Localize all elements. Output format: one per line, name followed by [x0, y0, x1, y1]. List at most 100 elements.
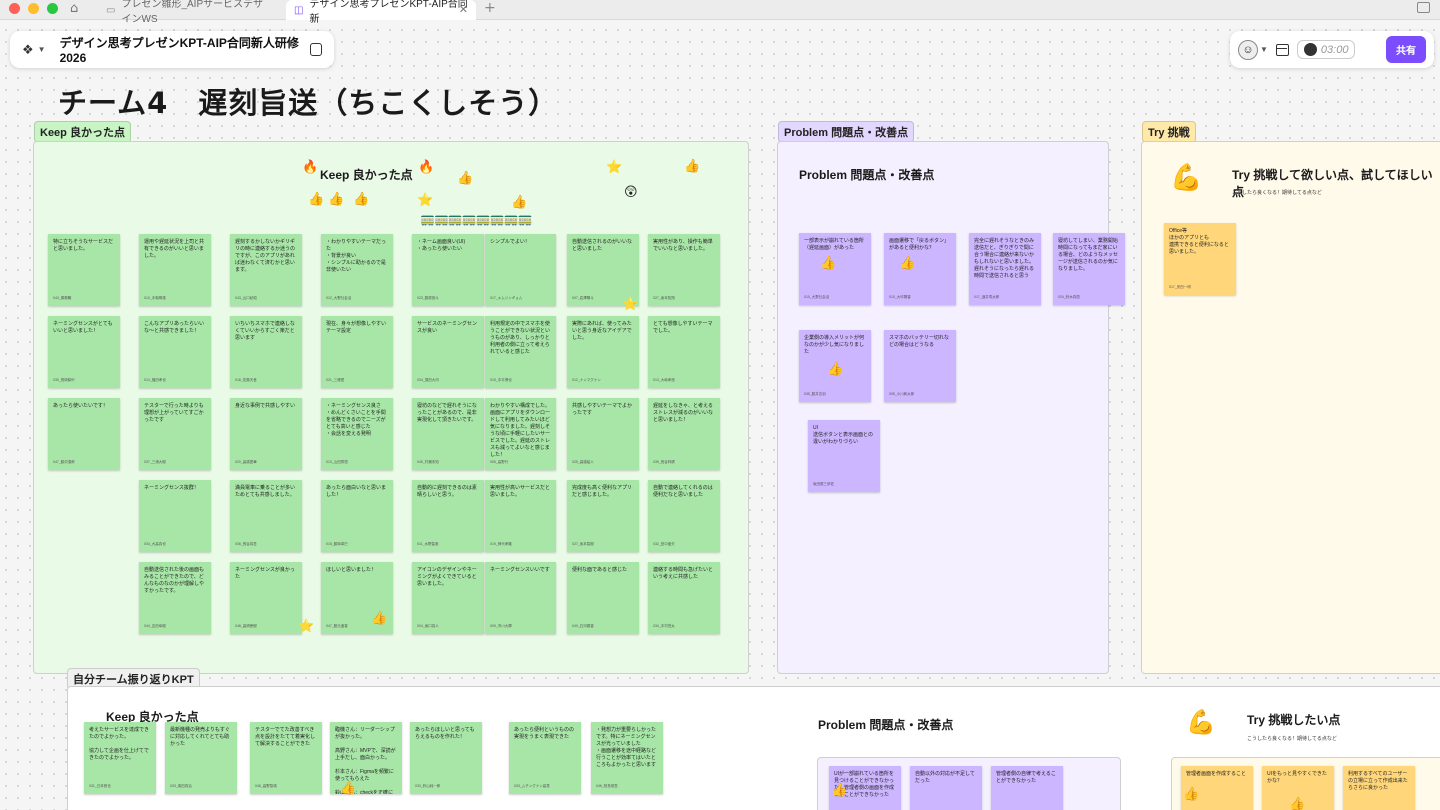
sticky-note[interactable]: テスターでてた改善すべき点を設計をたてて着実化して解決することができた 046_高…: [250, 722, 322, 794]
sticky-note[interactable]: 実用性があり、操作も簡単でいいなと思いました。 027_坂本拓翔: [648, 234, 720, 306]
retro-try-heading[interactable]: Try 挑戦したい点: [1247, 711, 1340, 728]
sticky-note[interactable]: アイコンのデザインやネーミングがよくできていると思いました。 004_坂口真人: [412, 562, 484, 634]
sticky-note[interactable]: ・ネーミングセンス良さ ・めんどくさいことを手間を省略できるのでニーズがとても高…: [321, 398, 393, 470]
sticky-note[interactable]: 現在、身々が想像しやすいテーマ設定 021_三峰愛: [321, 316, 393, 388]
board-title[interactable]: チーム4 遅刻旨送（ちこくしそう）: [58, 80, 558, 122]
sticky-note[interactable]: スマホのバッテリー切れなどの場合はどうなる 005_小川和太郎: [884, 330, 956, 402]
sticky-note[interactable]: 自動で連絡してくれるのは便利だなと思いました 032_田中亜矢: [648, 480, 720, 552]
browser-tabbar: ⌂ ▭ プレゼン雛形_AIPサービスデザインWS ◫ デザイン思考プレゼンKPT…: [0, 0, 1440, 25]
sticky-note[interactable]: 実用性が高いサービスだと思いました。 019_神代孝隆: [485, 480, 556, 552]
sticky-note[interactable]: 便利な面であると感じた 040_石河春香: [567, 562, 639, 634]
sticky-note[interactable]: 満員電車に乗ることが多いためとても共感しました。 036_長谷真吾: [230, 480, 302, 552]
maximize-window-icon[interactable]: [47, 3, 58, 14]
sticky-note[interactable]: 完成度も高く便利なアプリだと感じました。 027_坂本智樹: [567, 480, 639, 552]
avatar[interactable]: ☺: [1238, 39, 1258, 60]
sticky-note-text: 自動送信された後の画面もみることができたので、どんなものなのかが理解しやすかった…: [144, 567, 205, 594]
keep-heading[interactable]: Keep 良かった点: [320, 166, 413, 183]
thumbs-up-icon: 👍: [308, 192, 325, 207]
sticky-note-text: こんなアプリあったらいいな〜と共感できました！: [144, 321, 205, 334]
sticky-note-text: 自動以外の対応が不足してだった: [915, 771, 975, 784]
sticky-note[interactable]: テスターで行った時よりも理想が上がっていてすごかったです 037_三浦大樹: [139, 398, 211, 470]
sticky-note[interactable]: 管理者側の自律で考えることができなかった: [991, 766, 1063, 810]
figma-logo-icon[interactable]: ❖: [22, 42, 34, 58]
tab-presen-template[interactable]: ▭ プレゼン雛形_AIPサービスデザインWS: [98, 0, 278, 25]
sticky-note-text: 管理者画面を作成すること: [1186, 771, 1247, 777]
section-tag-keep[interactable]: Keep 良かった点: [34, 121, 131, 143]
sticky-note-text: アイコンのデザインやネーミングがよくできていると思いました。: [417, 567, 477, 587]
sticky-note[interactable]: 遅延をしなきゃ、と考えるストレスが減るのがいいなと思いました！ 039_長谷林健: [648, 398, 720, 470]
sticky-note[interactable]: 身近な事例で共感しやすい 020_高橋愛華: [230, 398, 302, 470]
sticky-note[interactable]: ネーミングセンスいいです 009_市川大輝: [485, 562, 556, 634]
sticky-note[interactable]: 最新機種の発売よりもすぐに対応してくれてとても助かった 033_奥田真治: [165, 722, 237, 794]
try-subheading: こうしたら良くなる！期待してる点など: [1232, 190, 1322, 196]
sticky-note[interactable]: Office等 ほかのアプリとも 連携できると便利になると思いました。 017_安…: [1164, 223, 1236, 295]
tab-label: プレゼン雛形_AIPサービスデザインWS: [121, 0, 264, 25]
sticky-note[interactable]: ネーミングセンスがとてもいいと思いました！ 030_長岡梨紗: [48, 316, 120, 388]
sticky-note[interactable]: 自動送信された後の画面もみることができたので、どんなものなのかが理解しやすかった…: [139, 562, 211, 634]
layout-icon[interactable]: [1275, 43, 1289, 56]
sticky-note[interactable]: あったら面白いなと思いました！ 015_藤岡卓巳: [321, 480, 393, 552]
sticky-note-author: 009_市川大輝: [490, 624, 512, 629]
chevron-down-icon[interactable]: ▼: [38, 45, 46, 54]
sticky-note-author: 012_ナンマグナン: [572, 378, 601, 383]
problem-section[interactable]: [777, 141, 1109, 674]
sticky-note[interactable]: とても想像しやすいテーマでした。 013_大嶋孝悠: [648, 316, 720, 388]
sticky-note-text: 利用規定の中でスマホを使うことができない状況というものがあり、しっかりと利用者の…: [490, 321, 551, 355]
sticky-note-author: 025_高橋紹人: [572, 460, 594, 465]
sticky-note[interactable]: ・ネーム画面良い(UI) ・あったら使いたい 023_藤原悠斗: [412, 234, 484, 306]
sticky-note-author: 033_鈴山純一郎: [415, 784, 441, 789]
sticky-note[interactable]: 運用や遅延状況を上司と共有できるのがいいと思いました。 010_手稲明雄: [139, 234, 211, 306]
sticky-note[interactable]: 遅刻するかしないかギリギリの時に連絡するか迷うのですが、このアプリがあれば迷わな…: [230, 234, 302, 306]
sticky-note[interactable]: 画面遷移で「戻るボタン」があると便利かな？ 010_大坪陽香: [884, 233, 956, 305]
sticky-note[interactable]: あったら便利というものの実現をうまく表現できた 033_ムチングナン高見: [509, 722, 581, 794]
sticky-note[interactable]: 考えたサービスを達成できたのでよかった。 協力して企画を仕上げてできたのでよかっ…: [84, 722, 156, 794]
sticky-note[interactable]: こんなアプリあったらいいな〜と共感できました！ 014_福田孝也: [139, 316, 211, 388]
new-tab-icon[interactable]: +: [484, 0, 496, 16]
share-button[interactable]: 共有: [1386, 36, 1426, 63]
sticky-note[interactable]: あったらほしいと思ってもらえるものを作れた！ 033_鈴山純一郎: [410, 722, 482, 794]
sticky-note-text: スマホのバッテリー切れなどの場合はどうなる: [889, 335, 949, 348]
pages-icon[interactable]: [306, 43, 322, 59]
sticky-note[interactable]: 実際にあれば、使ってみたいと思う身近なアイデアでした。 012_ナンマグナン: [567, 316, 639, 388]
sticky-note[interactable]: あったら使いたいです！ 047_藤沢達郎: [48, 398, 120, 470]
sticky-note-author: 017_キムジンギョム: [490, 296, 523, 301]
sticky-note[interactable]: わかりやすい構成でした。 画面にアプリをダウンロードして利用してみたいほど気にな…: [485, 398, 556, 470]
tab-kpt-board[interactable]: ◫ デザイン思考プレゼンKPT-AIP合同新 ✕: [286, 0, 476, 25]
sticky-note[interactable]: UI 送信ボタンと表示画面との違いがわかりづらい 坂田優三伊佐: [808, 420, 880, 492]
sidebar-toggle-icon[interactable]: [1417, 2, 1430, 13]
sticky-note[interactable]: ・わかりやすいテーマだった ・背景が良い ・シンプルに助かるので是非使いたい 01…: [321, 234, 393, 306]
sticky-note[interactable]: 連絡する時間も急げたいという考えに共感した 034_中村茂太: [648, 562, 720, 634]
sticky-note[interactable]: ・発想力が重要らしかったです。特にネーミングセンスが光っていました ・画面遷移を…: [591, 722, 663, 794]
sticky-note-text: 完成度も高く便利なアプリだと感じました。: [572, 485, 633, 498]
sticky-note[interactable]: 利用するすべてのユーザーの立場に立って作成出来たらさらに良かった: [1343, 766, 1415, 810]
section-tag-problem[interactable]: Problem 問題点・改善点: [778, 121, 915, 143]
sticky-note[interactable]: 特に立ちそうなサービスだと思いました。 043_乗務職: [48, 234, 120, 306]
sticky-note-text: あったらほしいと思ってもらえるものを作れた！: [415, 727, 475, 740]
retro-problem-heading[interactable]: Problem 問題点・改善点: [818, 716, 953, 733]
file-title[interactable]: デザイン思考プレゼンKPT-AIP合同新人研修2026: [60, 34, 302, 65]
sticky-note[interactable]: サービスのネーミングセンスが良い 034_須田大河: [412, 316, 484, 388]
sticky-note[interactable]: 自動送信されるのがいいなと思いました 007_岩澤陽斗: [567, 234, 639, 306]
chevron-down-icon[interactable]: ▼: [1260, 45, 1268, 54]
sticky-note[interactable]: 共感しやすいテーマでよかったです 025_高橋紹人: [567, 398, 639, 470]
close-window-icon[interactable]: [9, 3, 20, 14]
minimize-window-icon[interactable]: [28, 3, 39, 14]
sticky-note-text: 自動的に遅刻できるのは素晴らしいと思う。: [417, 485, 477, 498]
try-section[interactable]: [1141, 141, 1440, 674]
timer[interactable]: 03:00: [1296, 40, 1356, 59]
sticky-note[interactable]: 自動的に遅刻できるのは素晴らしいと思う。 011_水野智薫: [412, 480, 484, 552]
close-tab-icon[interactable]: ✕: [459, 3, 468, 16]
sticky-note[interactable]: 利用規定の中でスマホを使うことができない状況というものがあり、しっかりと利用者の…: [485, 316, 556, 388]
home-icon[interactable]: ⌂: [70, 1, 78, 16]
sticky-note[interactable]: ネーミングセンスが良かった 048_高明徳樹: [230, 562, 302, 634]
sticky-note-text: 完全に遅れそうなときのみ送信だと、ぎりぎりで間に合う場合に連絡が来ないかもしれな…: [974, 238, 1035, 279]
sticky-note[interactable]: 寝坊のなどで遅れそうになったことがあるので、是非実現化して頂きたいです。 045_…: [412, 398, 484, 470]
problem-heading[interactable]: Problem 問題点・改善点: [799, 166, 934, 183]
section-tag-try[interactable]: Try 挑戦: [1142, 121, 1196, 143]
sticky-note[interactable]: 完全に遅れそうなときのみ送信だと、ぎりぎりで間に合う場合に連絡が来ないかもしれな…: [969, 233, 1041, 305]
sticky-note[interactable]: ネーミングセンス抜群！ 034_大高真也: [139, 480, 211, 552]
sticky-note[interactable]: 自動以外の対応が不足してだった: [910, 766, 982, 810]
sticky-note[interactable]: いちいちスマホで連絡しなくていいからすごく楽だと思います 018_佐藤天音: [230, 316, 302, 388]
sticky-note[interactable]: シンプルでよい！ 017_キムジンギョム: [485, 234, 556, 306]
sticky-note[interactable]: 寝坊してしまい、業務開始時間になってもまだ家にいる場合、どのようなメッセージが送…: [1053, 233, 1125, 305]
